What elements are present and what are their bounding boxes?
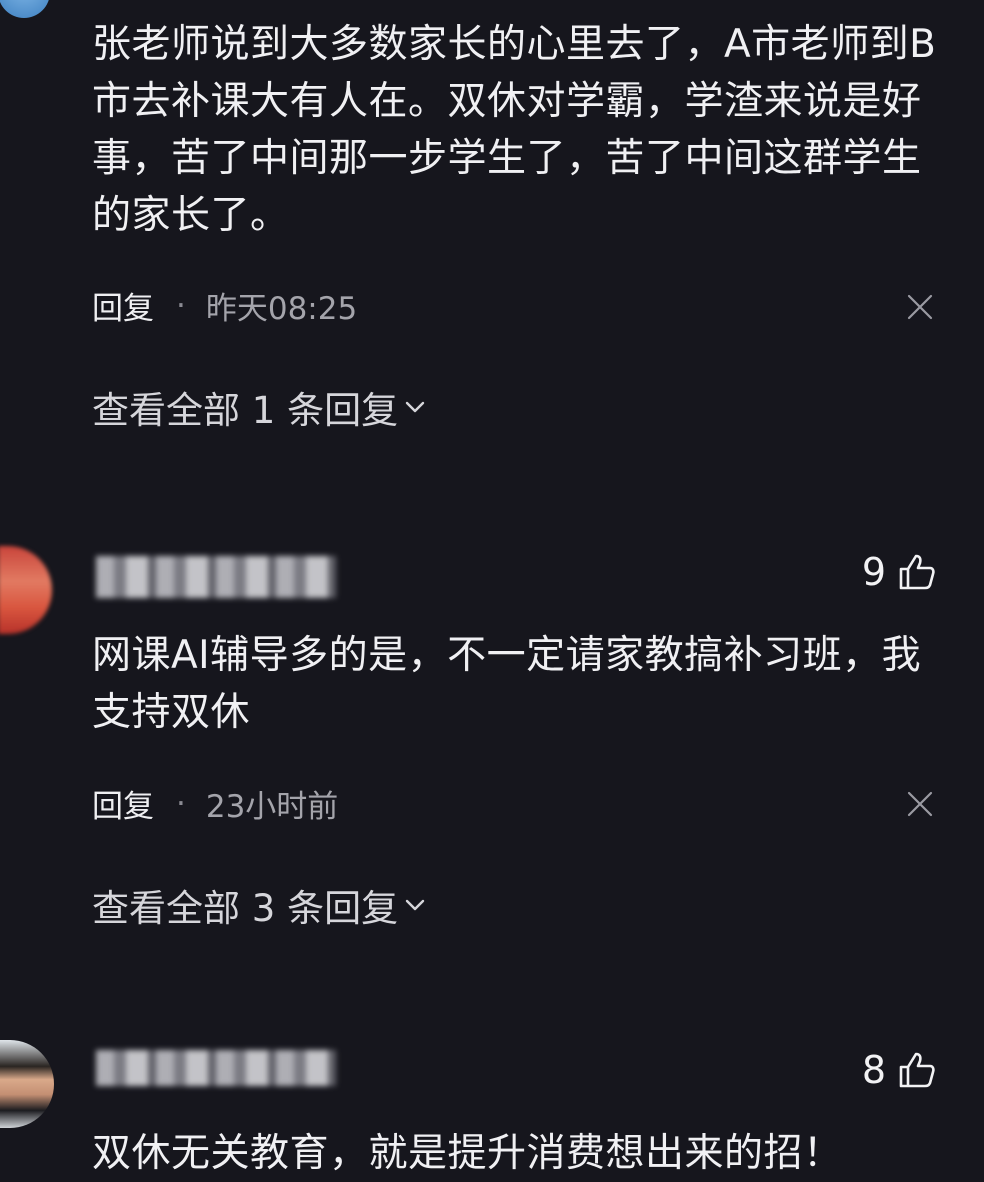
view-all-replies-button[interactable]: 查看全部 1 条回复: [92, 380, 428, 434]
like-count: 9: [861, 550, 886, 594]
meta-separator: ·: [176, 287, 186, 324]
thumbs-up-icon: [898, 553, 936, 591]
comment-text: 张老师说到大多数家长的心里去了，A市老师到B市去补课大有人在。双休对学霸，学渣来…: [92, 22, 937, 238]
chevron-down-icon: [402, 386, 428, 429]
view-all-label: 查看全部 1 条回复: [92, 389, 399, 432]
reply-button[interactable]: 回复: [92, 283, 154, 328]
view-all-replies-button[interactable]: 查看全部 3 条回复: [92, 878, 428, 932]
close-icon[interactable]: [906, 293, 934, 321]
comment-text: 双休无关教育，就是提升消费想出来的招！: [92, 1131, 843, 1176]
like-button[interactable]: 8: [862, 1048, 936, 1092]
chevron-down-icon: [402, 884, 428, 927]
reply-button[interactable]: 回复: [92, 781, 154, 826]
comment-time: 23小时前: [205, 789, 339, 825]
meta-separator: ·: [176, 785, 186, 822]
avatar[interactable]: [0, 1040, 54, 1128]
like-button[interactable]: 9: [862, 550, 936, 594]
avatar[interactable]: [0, 546, 52, 634]
username-blurred[interactable]: [96, 1050, 336, 1086]
comment-meta: 回复 · 昨天08:25: [92, 283, 357, 328]
username-blurred[interactable]: [96, 556, 336, 598]
close-icon[interactable]: [906, 790, 934, 818]
view-all-label: 查看全部 3 条回复: [92, 887, 399, 930]
like-count: 8: [861, 1048, 886, 1092]
comment-time: 昨天08:25: [205, 291, 358, 327]
comment-meta: 回复 · 23小时前: [92, 781, 338, 826]
thumbs-up-icon: [898, 1051, 936, 1089]
avatar[interactable]: [0, 0, 50, 18]
comment-text: 网课AI辅导多的是，不一定请家教搞补习班，我支持双休: [92, 633, 922, 735]
